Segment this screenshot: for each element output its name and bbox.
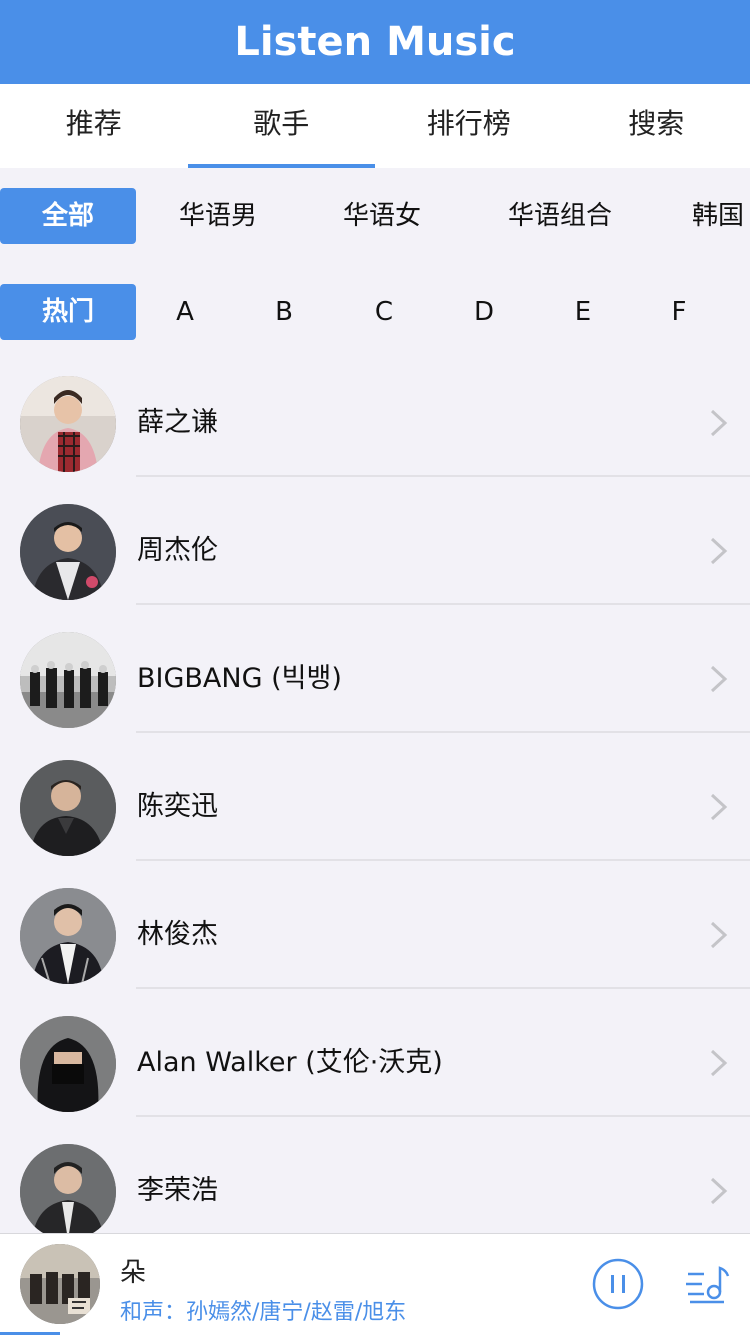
singer-list: 薛之谦 周杰伦 BIGBANG (빅뱅) 陈奕迅 林俊杰 (0, 348, 750, 1244)
song-title: 朵 (120, 1252, 146, 1289)
category-chinese-group[interactable]: 华语组合 (464, 188, 656, 244)
singer-name: Alan Walker (艾伦·沃克) (137, 1040, 443, 1079)
singer-avatar (20, 1144, 116, 1240)
letter-a[interactable]: A (136, 284, 234, 340)
chevron-right-icon (708, 408, 730, 438)
singer-avatar (20, 376, 116, 472)
singer-name: 林俊杰 (137, 912, 218, 951)
letter-hot[interactable]: 热门 (0, 284, 136, 340)
app-header: Listen Music (0, 0, 750, 84)
singer-row[interactable]: Alan Walker (艾伦·沃克) (0, 988, 750, 1116)
chevron-right-icon (708, 536, 730, 566)
singer-row[interactable]: 陈奕迅 (0, 732, 750, 860)
pause-icon[interactable] (592, 1258, 644, 1310)
singer-row[interactable]: 薛之谦 (0, 348, 750, 476)
tab-recommend[interactable]: 推荐 (0, 84, 188, 168)
singer-name: BIGBANG (빅뱅) (137, 656, 342, 695)
singer-avatar (20, 888, 116, 984)
letter-d[interactable]: D (434, 284, 534, 340)
letter-filter: 热门 A B C D E F (0, 284, 750, 340)
singer-avatar (20, 760, 116, 856)
singer-name: 周杰伦 (137, 528, 218, 567)
tab-search[interactable]: 搜索 (563, 84, 750, 168)
singer-avatar (20, 1016, 116, 1112)
tab-bar: 推荐 歌手 排行榜 搜索 (0, 84, 750, 168)
letter-c[interactable]: C (334, 284, 434, 340)
singer-row[interactable]: BIGBANG (빅뱅) (0, 604, 750, 732)
category-filter: 全部 华语男 华语女 华语组合 韩国 (0, 188, 750, 244)
letter-e[interactable]: E (534, 284, 632, 340)
category-chinese-male[interactable]: 华语男 (136, 188, 300, 244)
category-all[interactable]: 全部 (0, 188, 136, 244)
singer-row[interactable]: 李荣浩 (0, 1116, 750, 1244)
letter-b[interactable]: B (234, 284, 334, 340)
tab-singers[interactable]: 歌手 (188, 84, 376, 168)
chevron-right-icon (708, 1048, 730, 1078)
singer-row[interactable]: 周杰伦 (0, 476, 750, 604)
letter-f[interactable]: F (632, 284, 726, 340)
album-cover (20, 1244, 100, 1324)
chevron-right-icon (708, 1176, 730, 1206)
singer-avatar (20, 504, 116, 600)
playlist-icon[interactable] (684, 1262, 730, 1306)
app-title: Listen Music (234, 19, 515, 65)
mini-player[interactable]: 朵 和声：孙嫣然/唐宁/赵雷/旭东 (0, 1233, 750, 1335)
chevron-right-icon (708, 792, 730, 822)
singer-name: 薛之谦 (137, 400, 218, 439)
singer-name: 陈奕迅 (137, 784, 218, 823)
category-korea[interactable]: 韩国 (656, 188, 750, 244)
tab-rankings[interactable]: 排行榜 (375, 84, 563, 168)
category-chinese-female[interactable]: 华语女 (300, 188, 464, 244)
singer-row[interactable]: 林俊杰 (0, 860, 750, 988)
song-artist: 和声：孙嫣然/唐宁/赵雷/旭东 (120, 1294, 406, 1326)
singer-avatar (20, 632, 116, 728)
chevron-right-icon (708, 664, 730, 694)
singer-name: 李荣浩 (137, 1168, 218, 1207)
chevron-right-icon (708, 920, 730, 950)
